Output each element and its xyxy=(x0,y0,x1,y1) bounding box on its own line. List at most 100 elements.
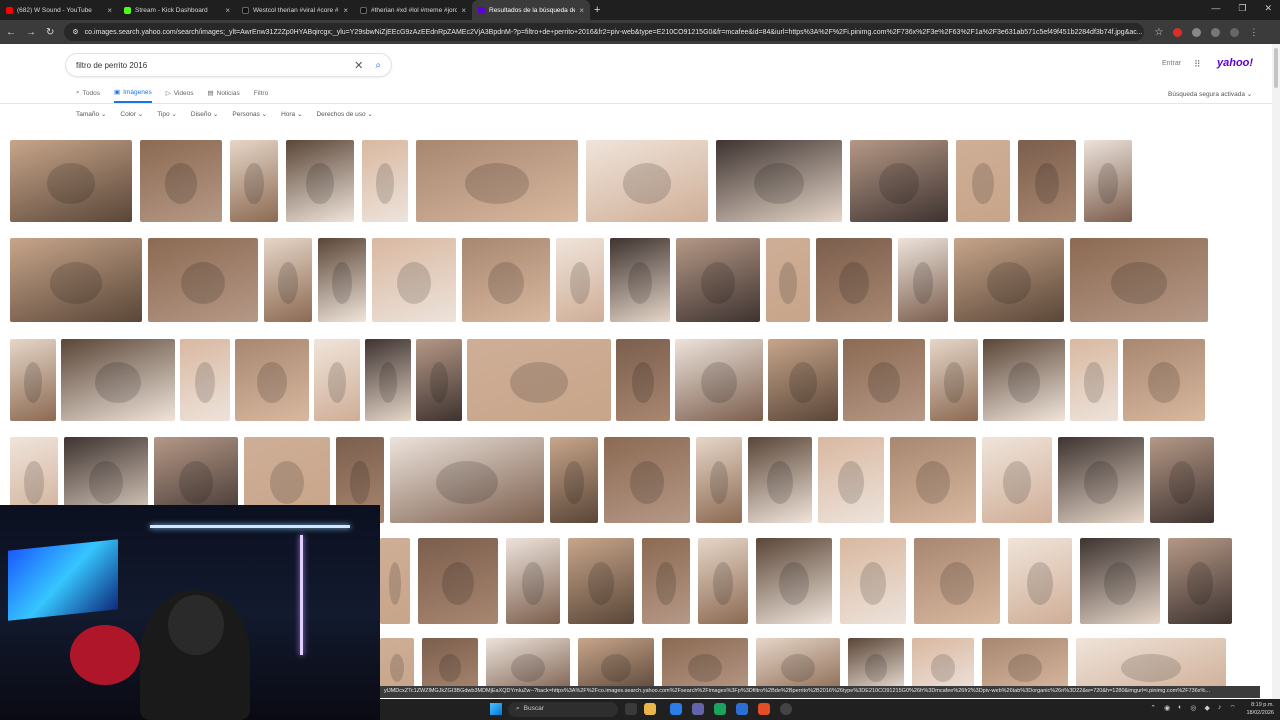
chevron-up-icon[interactable]: ⌃ xyxy=(1150,704,1156,713)
close-icon[interactable]: × xyxy=(107,6,112,15)
image-result-thumbnail[interactable] xyxy=(462,238,550,322)
image-result-thumbnail[interactable] xyxy=(1018,140,1076,222)
image-result-thumbnail[interactable] xyxy=(604,437,690,523)
image-result-thumbnail[interactable] xyxy=(390,437,544,523)
filter-time[interactable]: Hora ⌄ xyxy=(281,110,302,118)
signin-link[interactable]: Entrar xyxy=(1162,60,1181,67)
image-result-thumbnail[interactable] xyxy=(766,238,810,322)
image-result-thumbnail[interactable] xyxy=(314,339,360,421)
tray-app-icon[interactable]: ◎ xyxy=(1190,704,1196,713)
image-result-thumbnail[interactable] xyxy=(898,238,948,322)
close-icon[interactable]: × xyxy=(579,6,584,15)
image-result-thumbnail[interactable] xyxy=(816,238,892,322)
image-result-thumbnail[interactable] xyxy=(698,538,748,624)
maximize-icon[interactable]: ❐ xyxy=(1238,3,1246,14)
back-icon[interactable]: ← xyxy=(6,27,16,38)
image-result-thumbnail[interactable] xyxy=(1168,538,1232,624)
image-result-thumbnail[interactable] xyxy=(550,437,598,523)
search-icon[interactable]: ⌕ xyxy=(375,60,381,71)
image-result-thumbnail[interactable] xyxy=(10,140,132,222)
image-result-thumbnail[interactable] xyxy=(930,339,978,421)
profile-icon[interactable] xyxy=(1230,27,1240,37)
edge-icon[interactable] xyxy=(670,703,682,715)
browser-tab-tiktok-1[interactable]: Westcol therian #viral #core #... × xyxy=(236,0,354,20)
image-result-thumbnail[interactable] xyxy=(10,238,142,322)
minimize-icon[interactable]: — xyxy=(1211,3,1220,14)
tray-app-icon[interactable]: ◆ xyxy=(1205,704,1210,713)
browser-tab-yahoo[interactable]: Resultados de la búsqueda de ... × xyxy=(472,0,590,20)
image-result-thumbnail[interactable] xyxy=(140,140,222,222)
image-result-thumbnail[interactable] xyxy=(264,238,312,322)
filter-people[interactable]: Personas ⌄ xyxy=(232,110,267,118)
image-result-thumbnail[interactable] xyxy=(696,437,742,523)
image-result-thumbnail[interactable] xyxy=(610,238,670,322)
image-result-thumbnail[interactable] xyxy=(61,339,175,421)
site-info-icon[interactable]: ⚙ xyxy=(72,28,78,36)
tab-all[interactable]: ⌕ Todos xyxy=(76,89,100,102)
image-result-thumbnail[interactable] xyxy=(568,538,634,624)
image-result-thumbnail[interactable] xyxy=(586,140,708,222)
image-result-thumbnail[interactable] xyxy=(1058,437,1144,523)
chrome-icon[interactable] xyxy=(758,703,770,715)
bookmark-star-icon[interactable]: ☆ xyxy=(1154,27,1163,38)
image-result-thumbnail[interactable] xyxy=(914,538,1000,624)
tray-app-icon[interactable]: ◉ xyxy=(1164,704,1170,713)
browser-tab-kick[interactable]: Stream - Kick Dashboard × xyxy=(118,0,236,20)
image-result-thumbnail[interactable] xyxy=(982,437,1052,523)
tray-app-icon[interactable]: ◐ xyxy=(1178,704,1182,713)
image-result-thumbnail[interactable] xyxy=(1008,538,1072,624)
task-view-icon[interactable] xyxy=(625,703,637,715)
image-result-thumbnail[interactable] xyxy=(380,538,410,624)
image-result-thumbnail[interactable] xyxy=(416,339,462,421)
image-result-thumbnail[interactable] xyxy=(616,339,670,421)
reload-icon[interactable]: ↻ xyxy=(46,27,54,38)
image-result-thumbnail[interactable] xyxy=(10,339,56,421)
image-result-thumbnail[interactable] xyxy=(1150,437,1214,523)
image-result-thumbnail[interactable] xyxy=(1080,538,1160,624)
close-icon[interactable]: × xyxy=(343,6,348,15)
image-result-thumbnail[interactable] xyxy=(467,339,611,421)
scrollbar[interactable] xyxy=(1272,44,1280,700)
image-result-thumbnail[interactable] xyxy=(416,140,578,222)
image-result-thumbnail[interactable] xyxy=(418,538,498,624)
image-result-thumbnail[interactable] xyxy=(890,437,976,523)
image-result-thumbnail[interactable] xyxy=(230,140,278,222)
taskbar-search[interactable]: ⌕ Buscar xyxy=(508,702,618,717)
filter-type[interactable]: Tipo ⌄ xyxy=(157,110,177,118)
image-result-thumbnail[interactable] xyxy=(676,238,760,322)
extension-icon[interactable] xyxy=(1173,27,1183,37)
image-result-thumbnail[interactable] xyxy=(748,437,812,523)
filter-license[interactable]: Derechos de uso ⌄ xyxy=(316,110,372,118)
safe-search-toggle[interactable]: Búsqueda segura activada ⌄ xyxy=(1168,90,1252,98)
browser-tab-youtube[interactable]: (682) W Sound - YouTube × xyxy=(0,0,118,20)
close-icon[interactable]: × xyxy=(225,6,230,15)
image-result-thumbnail[interactable] xyxy=(768,339,838,421)
file-explorer-icon[interactable] xyxy=(644,703,656,715)
image-result-thumbnail[interactable] xyxy=(1070,339,1118,421)
scrollbar-thumb[interactable] xyxy=(1274,48,1278,88)
image-result-thumbnail[interactable] xyxy=(954,238,1064,322)
image-result-thumbnail[interactable] xyxy=(1123,339,1205,421)
image-result-thumbnail[interactable] xyxy=(372,238,456,322)
image-result-thumbnail[interactable] xyxy=(556,238,604,322)
image-result-thumbnail[interactable] xyxy=(756,538,832,624)
browser-tab-tiktok-2[interactable]: #therian #xd #lol #meme #jordi... × xyxy=(354,0,472,20)
extensions-puzzle-icon[interactable] xyxy=(1211,27,1221,37)
image-result-thumbnail[interactable] xyxy=(1084,140,1132,222)
app-icon[interactable] xyxy=(780,703,792,715)
filter-size[interactable]: Tamaño ⌄ xyxy=(76,110,106,118)
image-result-thumbnail[interactable] xyxy=(506,538,560,624)
image-result-thumbnail[interactable] xyxy=(365,339,411,421)
windows-start-icon[interactable] xyxy=(490,703,502,715)
image-result-thumbnail[interactable] xyxy=(843,339,925,421)
extension-icon[interactable] xyxy=(1192,27,1202,37)
filter-layout[interactable]: Diseño ⌄ xyxy=(191,110,219,118)
address-bar[interactable]: ⚙ co.images.search.yahoo.com/search/imag… xyxy=(64,23,1145,41)
tab-news[interactable]: ▤ Noticias xyxy=(207,89,239,102)
yahoo-logo[interactable]: yahoo! xyxy=(1217,57,1253,69)
image-result-thumbnail[interactable] xyxy=(362,140,408,222)
image-result-thumbnail[interactable] xyxy=(675,339,763,421)
tab-filter[interactable]: Filtro xyxy=(254,90,268,102)
app-icon[interactable] xyxy=(714,703,726,715)
new-tab-button[interactable]: + xyxy=(594,4,600,16)
